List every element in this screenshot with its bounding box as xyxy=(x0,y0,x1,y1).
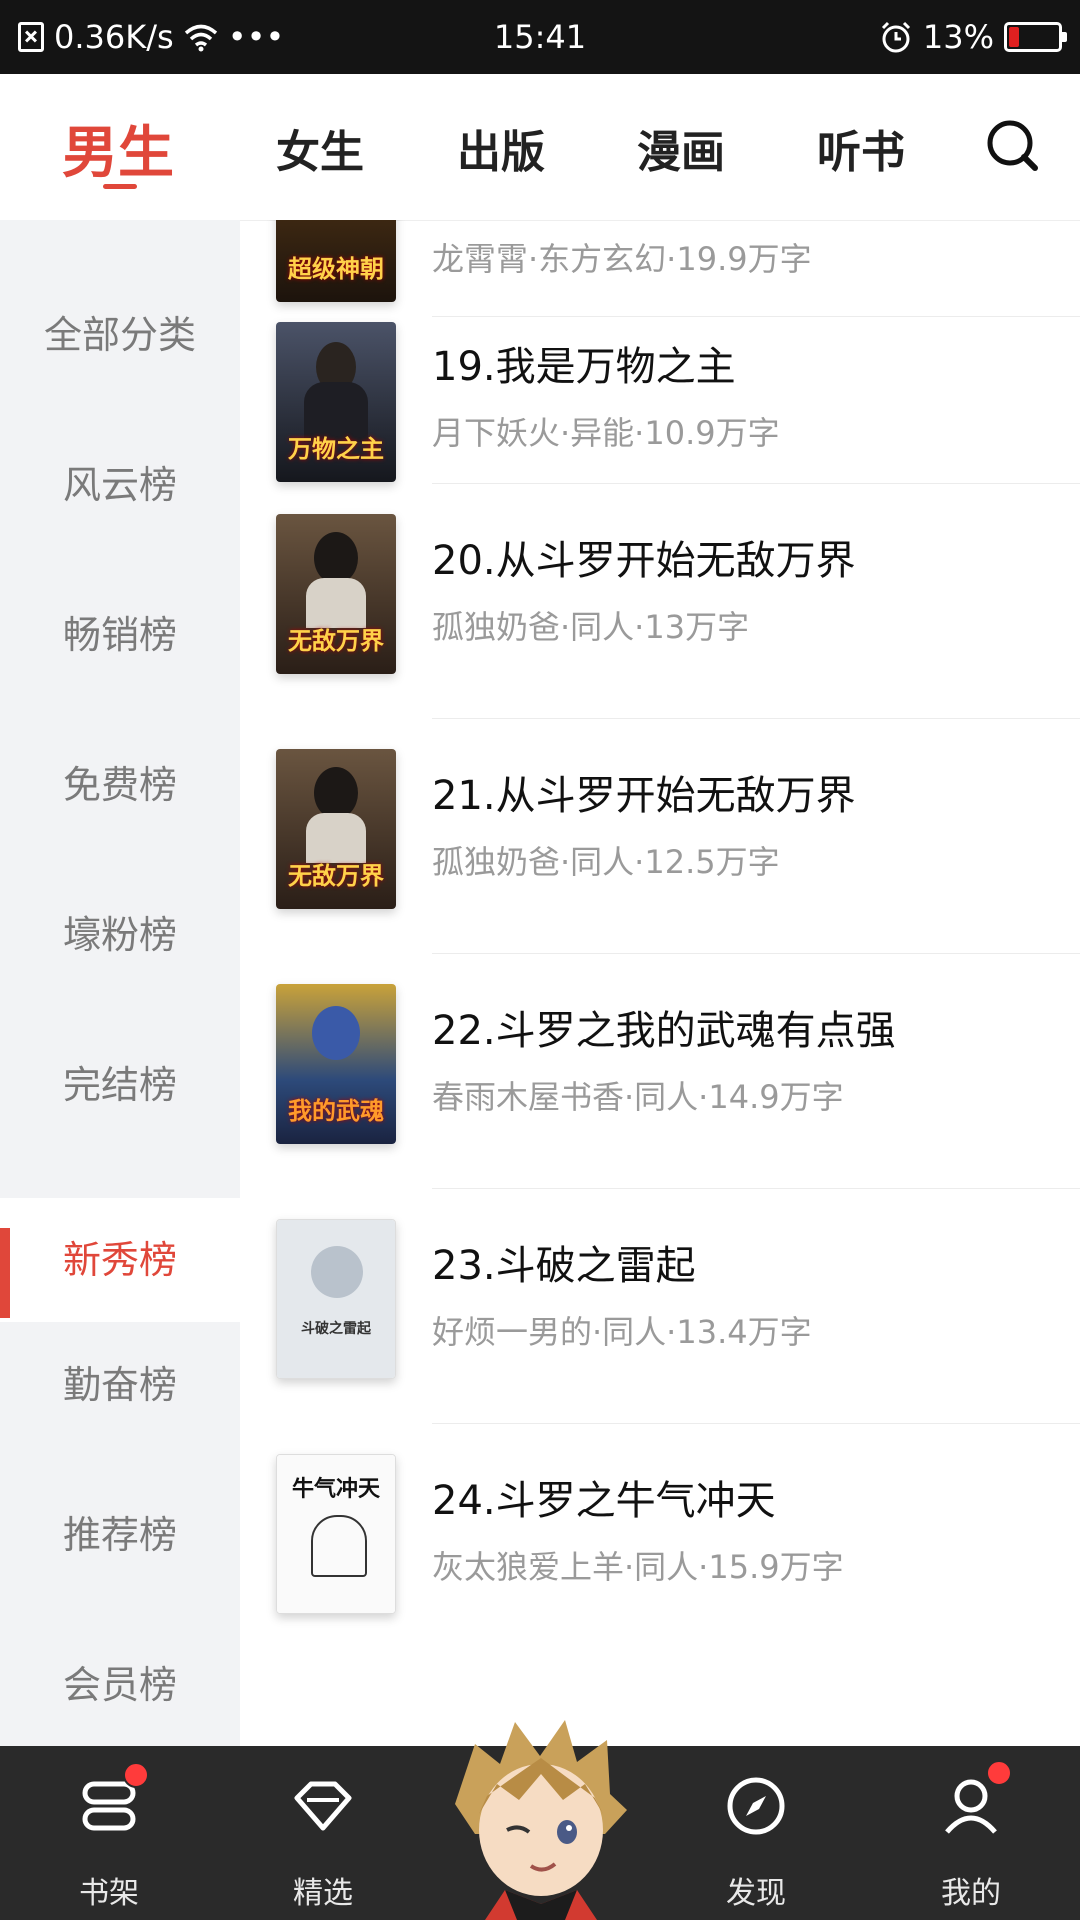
list-item[interactable]: 无敌万界 20.从斗罗开始无敌万界 孤独奶爸·同人·13万字 xyxy=(240,514,1080,749)
diamond-icon xyxy=(294,1781,352,1831)
book-meta: 春雨木屋书香·同人·14.9万字 xyxy=(432,1078,844,1116)
book-cover: 超级神朝 xyxy=(276,220,396,302)
book-meta: 龙霄霄·东方玄幻·19.9万字 xyxy=(432,240,812,278)
ranking-sidebar: 全部分类 风云榜 畅销榜 免费榜 壕粉榜 完结榜 新秀榜 勤奋榜 推荐榜 会员榜 xyxy=(0,220,240,1746)
sidebar-item-completed[interactable]: 完结榜 xyxy=(0,1025,240,1145)
sidebar-item-free[interactable]: 免费榜 xyxy=(0,725,240,845)
book-cover: 无敌万界 xyxy=(276,749,396,909)
tab-publishing[interactable]: 出版 xyxy=(457,116,545,180)
profile-icon xyxy=(945,1779,997,1834)
divider xyxy=(432,718,1080,719)
book-meta: 孤独奶爸·同人·13万字 xyxy=(432,608,750,646)
book-cover: 我的武魂 xyxy=(276,984,396,1144)
book-meta: 月下妖火·异能·10.9万字 xyxy=(432,414,780,452)
battery-percent: 13% xyxy=(922,18,994,56)
sidebar-item-newcomer[interactable]: 新秀榜 xyxy=(0,1198,240,1322)
notification-badge xyxy=(123,1762,149,1788)
book-cover: 斗破之雷起 xyxy=(276,1219,396,1379)
book-title: 20.从斗罗开始无敌万界 xyxy=(432,538,856,584)
nav-profile[interactable]: 我的 xyxy=(906,1746,1036,1920)
mascot-character-image[interactable] xyxy=(445,1714,635,1920)
tab-audiobooks[interactable]: 听书 xyxy=(817,116,905,180)
divider xyxy=(432,953,1080,954)
divider xyxy=(432,483,1080,484)
list-item[interactable]: 无敌万界 21.从斗罗开始无敌万界 孤独奶爸·同人·12.5万字 xyxy=(240,749,1080,984)
notification-badge xyxy=(986,1760,1012,1786)
book-meta: 好烦一男的·同人·13.4万字 xyxy=(432,1313,812,1351)
book-list: 超级神朝 龙霄霄·东方玄幻·19.9万字 万物之主 19.我是万物之主 月下妖火… xyxy=(240,220,1080,1746)
sidebar-item-all-categories[interactable]: 全部分类 xyxy=(0,275,240,395)
nav-bookshelf[interactable]: 书架 xyxy=(44,1746,174,1920)
book-title: 22.斗罗之我的武魂有点强 xyxy=(432,1008,896,1054)
divider xyxy=(432,1188,1080,1189)
book-meta: 灰太狼爱上羊·同人·15.9万字 xyxy=(432,1548,844,1586)
search-icon[interactable] xyxy=(985,118,1039,172)
book-cover: 无敌万界 xyxy=(276,514,396,674)
sidebar-item-recommended[interactable]: 推荐榜 xyxy=(0,1475,240,1595)
alarm-icon xyxy=(881,21,910,53)
book-title: 19.我是万物之主 xyxy=(432,344,736,390)
list-item[interactable]: 斗破之雷起 23.斗破之雷起 好烦一男的·同人·13.4万字 xyxy=(240,1219,1080,1454)
tab-female[interactable]: 女生 xyxy=(276,116,364,180)
sidebar-item-fengyun[interactable]: 风云榜 xyxy=(0,425,240,545)
active-tab-indicator xyxy=(103,184,137,189)
divider xyxy=(432,316,1080,317)
category-tabs: 男生 女生 出版 漫画 听书 xyxy=(0,74,1080,221)
sidebar-item-haofen[interactable]: 壕粉榜 xyxy=(0,875,240,995)
list-item[interactable]: 我的武魂 22.斗罗之我的武魂有点强 春雨木屋书香·同人·14.9万字 xyxy=(240,984,1080,1219)
book-meta: 孤独奶爸·同人·12.5万字 xyxy=(432,843,780,881)
book-cover: 万物之主 xyxy=(276,322,396,482)
status-bar: 0.36K/s ••• 15:41 13% xyxy=(0,0,1080,74)
tab-comics[interactable]: 漫画 xyxy=(637,116,725,180)
sidebar-item-bestseller[interactable]: 畅销榜 xyxy=(0,575,240,695)
nav-featured[interactable]: 精选 xyxy=(258,1746,388,1920)
tab-male[interactable]: 男生 xyxy=(62,108,174,189)
book-title: 21.从斗罗开始无敌万界 xyxy=(432,773,856,819)
status-right: 13% xyxy=(879,14,1067,60)
divider xyxy=(432,1423,1080,1424)
nav-discover[interactable]: 发现 xyxy=(691,1746,821,1920)
list-item[interactable]: 超级神朝 龙霄霄·东方玄幻·19.9万字 xyxy=(240,220,1080,327)
book-cover: 牛气冲天 xyxy=(276,1454,396,1614)
book-title: 23.斗破之雷起 xyxy=(432,1243,696,1289)
list-item[interactable]: 牛气冲天 24.斗罗之牛气冲天 灰太狼爱上羊·同人·15.9万字 xyxy=(240,1454,1080,1689)
compass-icon xyxy=(727,1777,785,1835)
battery-icon xyxy=(1004,22,1067,52)
sidebar-item-diligent[interactable]: 勤奋榜 xyxy=(0,1325,240,1445)
sidebar-item-vip[interactable]: 会员榜 xyxy=(0,1625,240,1745)
book-title: 24.斗罗之牛气冲天 xyxy=(432,1478,776,1524)
